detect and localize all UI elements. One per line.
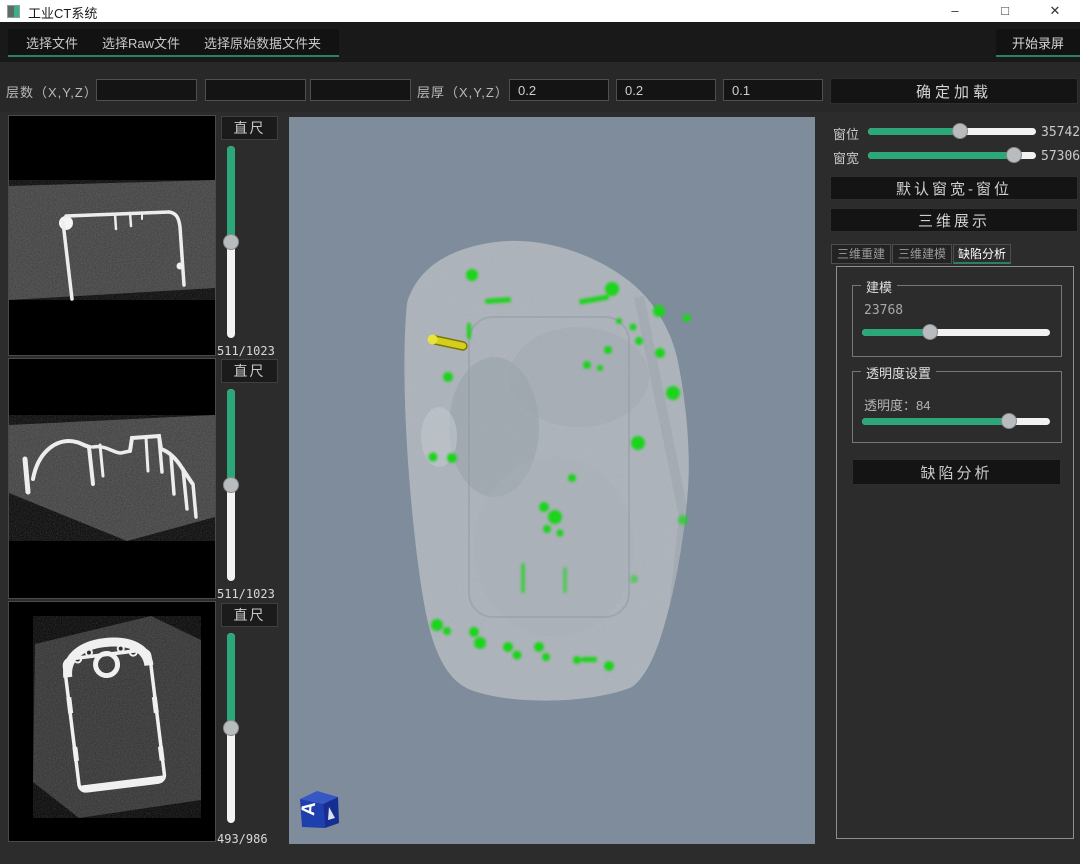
file-button-group: 选择文件 选择Raw文件 选择原始数据文件夹 bbox=[8, 29, 339, 57]
window-level-slider-handle[interactable] bbox=[952, 123, 968, 139]
opacity-slider[interactable] bbox=[862, 418, 1050, 425]
slice-position-1: 511/1023 bbox=[217, 344, 281, 358]
close-icon[interactable]: ✕ bbox=[1030, 0, 1080, 22]
window-level-value: 35742 bbox=[1041, 125, 1080, 140]
app-window: 工业CT系统 – □ ✕ 选择文件 选择Raw文件 选择原始数据文件夹 开始录屏… bbox=[0, 0, 1080, 864]
layers-label: 层数（X,Y,Z） bbox=[6, 82, 98, 101]
slice-position-2: 511/1023 bbox=[217, 587, 281, 601]
layers-z-input[interactable] bbox=[310, 79, 411, 101]
window-title: 工业CT系统 bbox=[28, 3, 97, 22]
titlebar: 工业CT系统 – □ ✕ bbox=[0, 0, 1080, 22]
defect-analysis-button[interactable]: 缺陷分析 bbox=[852, 459, 1061, 485]
app-icon bbox=[7, 5, 20, 18]
tab-defect-analysis[interactable]: 缺陷分析 bbox=[953, 244, 1011, 264]
tab-3d-modeling[interactable]: 三维建模 bbox=[892, 244, 952, 264]
3d-viewport[interactable]: A bbox=[289, 117, 815, 844]
ruler-button-1[interactable]: 直尺 bbox=[221, 116, 278, 140]
tab-3d-reconstruction[interactable]: 三维重建 bbox=[831, 244, 891, 264]
ct-slice-3-drawing bbox=[9, 602, 215, 841]
default-window-button[interactable]: 默认窗宽-窗位 bbox=[830, 176, 1078, 200]
ruler-button-2[interactable]: 直尺 bbox=[221, 359, 278, 383]
slice-slider-3-handle[interactable] bbox=[223, 720, 239, 736]
select-raw-file-button[interactable]: 选择Raw文件 bbox=[90, 29, 192, 56]
cube-face-letter: A bbox=[298, 801, 320, 817]
start-recording-button[interactable]: 开始录屏 bbox=[996, 29, 1080, 57]
opacity-value-label: 透明度：84 bbox=[864, 395, 930, 414]
layers-x-input[interactable] bbox=[96, 79, 197, 101]
orientation-cube-icon[interactable]: A bbox=[295, 785, 341, 831]
modeling-slider[interactable] bbox=[862, 329, 1050, 336]
thickness-y-input[interactable] bbox=[616, 79, 716, 101]
slice-slider-1-handle[interactable] bbox=[223, 234, 239, 250]
thickness-x-input[interactable] bbox=[509, 79, 609, 101]
slice-slider-2-handle[interactable] bbox=[223, 477, 239, 493]
toolbar: 选择文件 选择Raw文件 选择原始数据文件夹 开始录屏 bbox=[0, 22, 1080, 62]
3d-model-render bbox=[289, 117, 815, 844]
select-file-button[interactable]: 选择文件 bbox=[14, 29, 90, 56]
window-level-slider[interactable] bbox=[868, 128, 1036, 135]
maximize-icon[interactable]: □ bbox=[980, 0, 1030, 22]
opacity-group-title: 透明度设置 bbox=[861, 363, 936, 382]
select-raw-data-folder-button[interactable]: 选择原始数据文件夹 bbox=[192, 29, 333, 56]
slice-slider-2[interactable] bbox=[227, 389, 235, 581]
ct-slice-image-3[interactable] bbox=[8, 601, 216, 842]
slice-slider-3[interactable] bbox=[227, 633, 235, 823]
window-width-value: 57306 bbox=[1041, 149, 1080, 164]
parameter-row: 层数（X,Y,Z） 层厚（X,Y,Z） 确定加载 bbox=[0, 62, 1080, 112]
window-width-slider-handle[interactable] bbox=[1006, 147, 1022, 163]
ct-slice-image-2[interactable] bbox=[8, 358, 216, 599]
modeling-value: 23768 bbox=[864, 303, 903, 318]
window-width-slider[interactable] bbox=[868, 152, 1036, 159]
window-level-label: 窗位 bbox=[833, 124, 859, 143]
layers-y-input[interactable] bbox=[205, 79, 306, 101]
minimize-icon[interactable]: – bbox=[930, 0, 980, 22]
ruler-button-3[interactable]: 直尺 bbox=[221, 603, 278, 627]
thickness-z-input[interactable] bbox=[723, 79, 823, 101]
ct-slice-2-drawing bbox=[9, 359, 215, 598]
ct-slice-1-drawing bbox=[9, 116, 215, 355]
confirm-load-button[interactable]: 确定加载 bbox=[830, 78, 1078, 104]
ct-slice-image-1[interactable] bbox=[8, 115, 216, 356]
modeling-groupbox: 建模 bbox=[852, 285, 1062, 357]
slice-slider-1[interactable] bbox=[227, 146, 235, 338]
opacity-slider-handle[interactable] bbox=[1001, 413, 1017, 429]
thickness-label: 层厚（X,Y,Z） bbox=[417, 82, 509, 101]
modeling-slider-handle[interactable] bbox=[922, 324, 938, 340]
window-width-label: 窗宽 bbox=[833, 148, 859, 167]
slice-position-3: 493/986 bbox=[217, 832, 281, 846]
3d-display-button[interactable]: 三维展示 bbox=[830, 208, 1078, 232]
modeling-group-title: 建模 bbox=[861, 277, 897, 296]
